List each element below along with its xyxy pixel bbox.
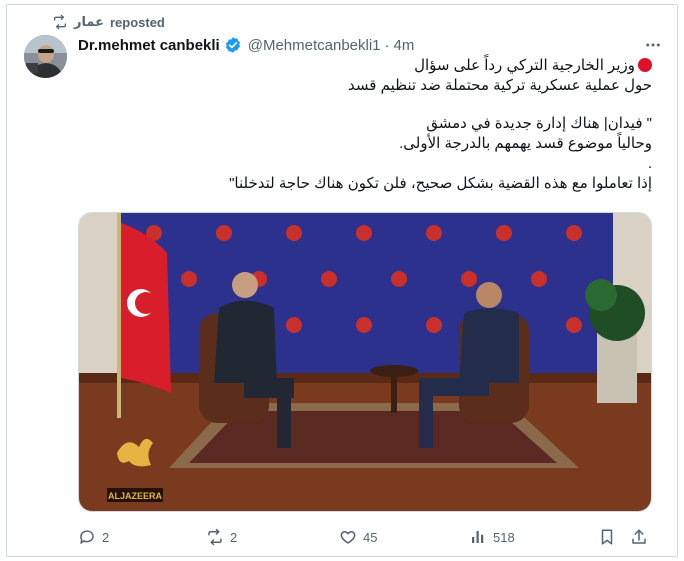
bookmark-button[interactable] [598,525,616,549]
reply-count: 2 [102,529,110,545]
avatar[interactable] [24,35,67,78]
views-icon [472,531,484,543]
views-button[interactable]: 518 [469,525,515,549]
heart-icon [340,531,356,544]
more-icon [646,43,660,47]
verified-badge-icon [225,37,240,53]
reply-button[interactable]: 2 [78,525,109,549]
repost-indicator[interactable]: عمار reposted [52,13,165,31]
tweet-header: Dr.mehmet canbekli @Mehmetcanbekli1 · 4m [78,34,664,56]
retweet-count: 2 [230,529,238,545]
svg-text:ALJAZEERA: ALJAZEERA [108,491,163,501]
retweet-icon [208,528,222,546]
author-name[interactable]: Dr.mehmet canbekli [78,37,220,54]
like-button[interactable]: 45 [339,525,377,549]
tweet-line-2: حول عملية عسكرية تركية محتملة ضد تنظيم ق… [348,77,652,94]
reply-icon [80,530,94,544]
like-count: 45 [363,529,378,545]
tweet-text: وزير الخارجية التركي رداً على سؤال حول ع… [78,56,652,194]
tweet-line-6: إذا تعاملوا مع هذه القضية بشكل صحيح، فلن… [229,175,652,192]
tweet-video[interactable]: ALJAZEERA [78,212,652,512]
action-bar: 2 2 45 518 [78,525,652,549]
repost-user[interactable]: عمار [74,14,104,30]
repost-label: reposted [109,14,165,30]
repost-icon [54,14,66,30]
tweet-line-5: . [647,155,652,172]
red-circle-icon [638,58,652,72]
share-icon [632,529,646,544]
more-options-button[interactable] [642,34,664,56]
author-handle[interactable]: @Mehmetcanbekli1 [248,37,381,54]
retweet-button[interactable]: 2 [206,525,237,549]
tweet-line-3: " فيدان| هناك إدارة جديدة في دمشق [426,115,652,132]
views-count: 518 [493,529,515,545]
tweet-line-4: وحالياً موضوع قسد يهمهم بالدرجة الأولى. [399,135,652,152]
bookmark-icon [601,529,613,545]
separator-dot: · [384,36,390,54]
tweet-line-1: وزير الخارجية التركي رداً على سؤال [78,56,652,76]
tweet-timestamp[interactable]: 4m [394,37,415,54]
share-button[interactable] [630,525,648,549]
